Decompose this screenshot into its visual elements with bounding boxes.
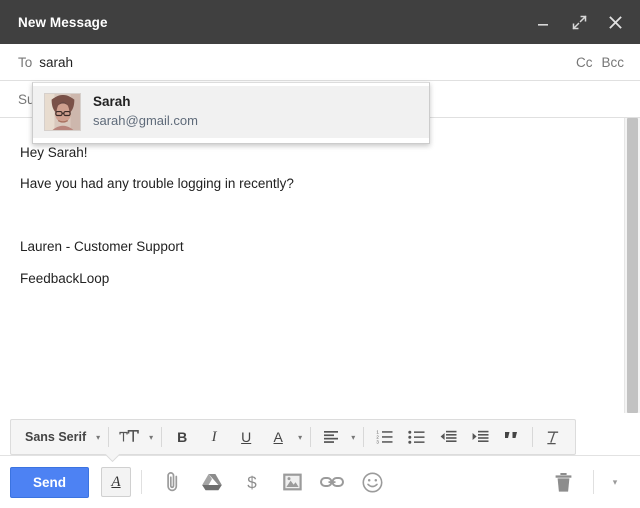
- indent-more-icon: [472, 430, 489, 442]
- italic-label: I: [211, 428, 217, 445]
- compose-action-bar: Send A $ ▾: [0, 455, 640, 508]
- toolbar-divider: [310, 427, 312, 447]
- money-icon: $: [247, 473, 257, 492]
- to-label: To: [18, 54, 33, 70]
- body-line: Lauren - Customer Support: [20, 239, 184, 255]
- bulleted-list-icon: [408, 430, 425, 444]
- font-size-button[interactable]: [113, 424, 145, 450]
- text-color-button[interactable]: A: [262, 424, 294, 450]
- remove-formatting-icon: [547, 430, 559, 444]
- send-button[interactable]: Send: [10, 466, 90, 498]
- compose-titlebar: New Message: [0, 0, 640, 44]
- font-size-icon: [119, 430, 139, 442]
- insert-money-button[interactable]: $: [237, 467, 267, 497]
- minimize-icon: [538, 24, 548, 26]
- contact-avatar: [44, 93, 81, 131]
- body-line-blank: [20, 208, 604, 223]
- action-bar-divider: [593, 470, 594, 494]
- to-field-row[interactable]: To sarah Cc Bcc: [0, 44, 640, 81]
- format-toolbar-wrap: Sans Serif ▾ ▾ B I U A ▾ ▾ 1 2 3: [0, 413, 640, 455]
- close-button[interactable]: [604, 11, 626, 33]
- numbered-list-button[interactable]: 123: [368, 424, 400, 450]
- close-icon: [608, 15, 622, 29]
- message-body-area[interactable]: Hey Sarah! Have you had any trouble logg…: [0, 118, 640, 413]
- bcc-link[interactable]: Bcc: [601, 55, 624, 70]
- font-family-button[interactable]: Sans Serif: [17, 424, 92, 450]
- remove-formatting-button[interactable]: [537, 424, 569, 450]
- compose-title: New Message: [18, 14, 108, 30]
- insert-photo-icon: [282, 473, 302, 491]
- text-color-label: A: [273, 429, 283, 445]
- formatting-toggle-label: A: [111, 473, 121, 490]
- scrollbar-thumb[interactable]: [627, 118, 638, 413]
- expand-icon: [571, 14, 587, 30]
- contact-text: Sarah sarah@gmail.com: [93, 94, 198, 129]
- discard-draft-button[interactable]: [548, 467, 578, 497]
- to-input[interactable]: sarah: [39, 55, 576, 70]
- compose-window: New Message To sarah Cc Bcc Su Sarah sar…: [0, 0, 640, 508]
- quote-button[interactable]: [496, 424, 528, 450]
- attach-file-button[interactable]: [157, 467, 187, 497]
- bold-label: B: [177, 429, 188, 445]
- insert-link-button[interactable]: [317, 467, 347, 497]
- google-drive-icon: [202, 474, 222, 491]
- underline-label: U: [241, 429, 252, 445]
- contact-name: Sarah: [93, 94, 131, 110]
- underline-button[interactable]: U: [230, 424, 262, 450]
- body-line: FeedbackLoop: [20, 270, 110, 286]
- contact-photo-icon: [45, 94, 80, 130]
- cc-bcc-links: Cc Bcc: [576, 55, 624, 70]
- indent-less-button[interactable]: [432, 424, 464, 450]
- body-line: Hey Sarah!: [20, 145, 88, 160]
- svg-text:3: 3: [376, 440, 379, 444]
- formatting-options-toggle[interactable]: A: [101, 467, 132, 497]
- toolbar-divider: [108, 427, 110, 447]
- toolbar-divider: [532, 427, 534, 447]
- numbered-list-icon: 123: [376, 430, 393, 444]
- insert-drive-file-button[interactable]: [197, 467, 227, 497]
- bulleted-list-button[interactable]: [400, 424, 432, 450]
- trash-icon: [555, 472, 571, 492]
- action-bar-divider: [141, 470, 143, 494]
- align-caret-icon[interactable]: ▾: [347, 433, 359, 442]
- window-controls: [532, 11, 626, 33]
- indent-more-button[interactable]: [464, 424, 496, 450]
- insert-emoji-button[interactable]: [357, 467, 387, 497]
- text-color-caret-icon[interactable]: ▾: [294, 433, 306, 442]
- insert-photo-button[interactable]: [277, 467, 307, 497]
- quote-icon: [505, 432, 518, 438]
- body-scrollbar[interactable]: [624, 118, 640, 413]
- body-line: Have you had any trouble logging in rece…: [20, 176, 294, 192]
- svg-text:$: $: [247, 473, 257, 492]
- font-size-caret-icon[interactable]: ▾: [145, 433, 157, 442]
- align-button[interactable]: [315, 424, 347, 450]
- cc-link[interactable]: Cc: [576, 55, 593, 70]
- align-left-icon: [324, 431, 339, 443]
- font-family-caret-icon[interactable]: ▾: [92, 433, 104, 442]
- autocomplete-contact-item[interactable]: Sarah sarah@gmail.com: [33, 86, 429, 138]
- expand-button[interactable]: [568, 11, 590, 33]
- indent-less-icon: [440, 430, 457, 442]
- recipient-autocomplete-dropdown: Sarah sarah@gmail.com: [32, 82, 430, 144]
- toolbar-divider: [363, 427, 365, 447]
- insert-link-icon: [320, 477, 345, 487]
- minimize-button[interactable]: [532, 11, 554, 33]
- bold-button[interactable]: B: [166, 424, 198, 450]
- emoji-icon: [362, 472, 383, 492]
- action-bar-right: ▾: [543, 467, 626, 497]
- toolbar-pointer: [103, 454, 121, 463]
- italic-button[interactable]: I: [198, 424, 230, 450]
- format-toolbar: Sans Serif ▾ ▾ B I U A ▾ ▾ 1 2 3: [10, 419, 577, 455]
- more-options-button[interactable]: ▾: [604, 471, 626, 493]
- paperclip-icon: [166, 472, 177, 492]
- contact-email: sarah@gmail.com: [93, 113, 198, 129]
- toolbar-divider: [161, 427, 163, 447]
- message-body-input[interactable]: Hey Sarah! Have you had any trouble logg…: [0, 118, 624, 413]
